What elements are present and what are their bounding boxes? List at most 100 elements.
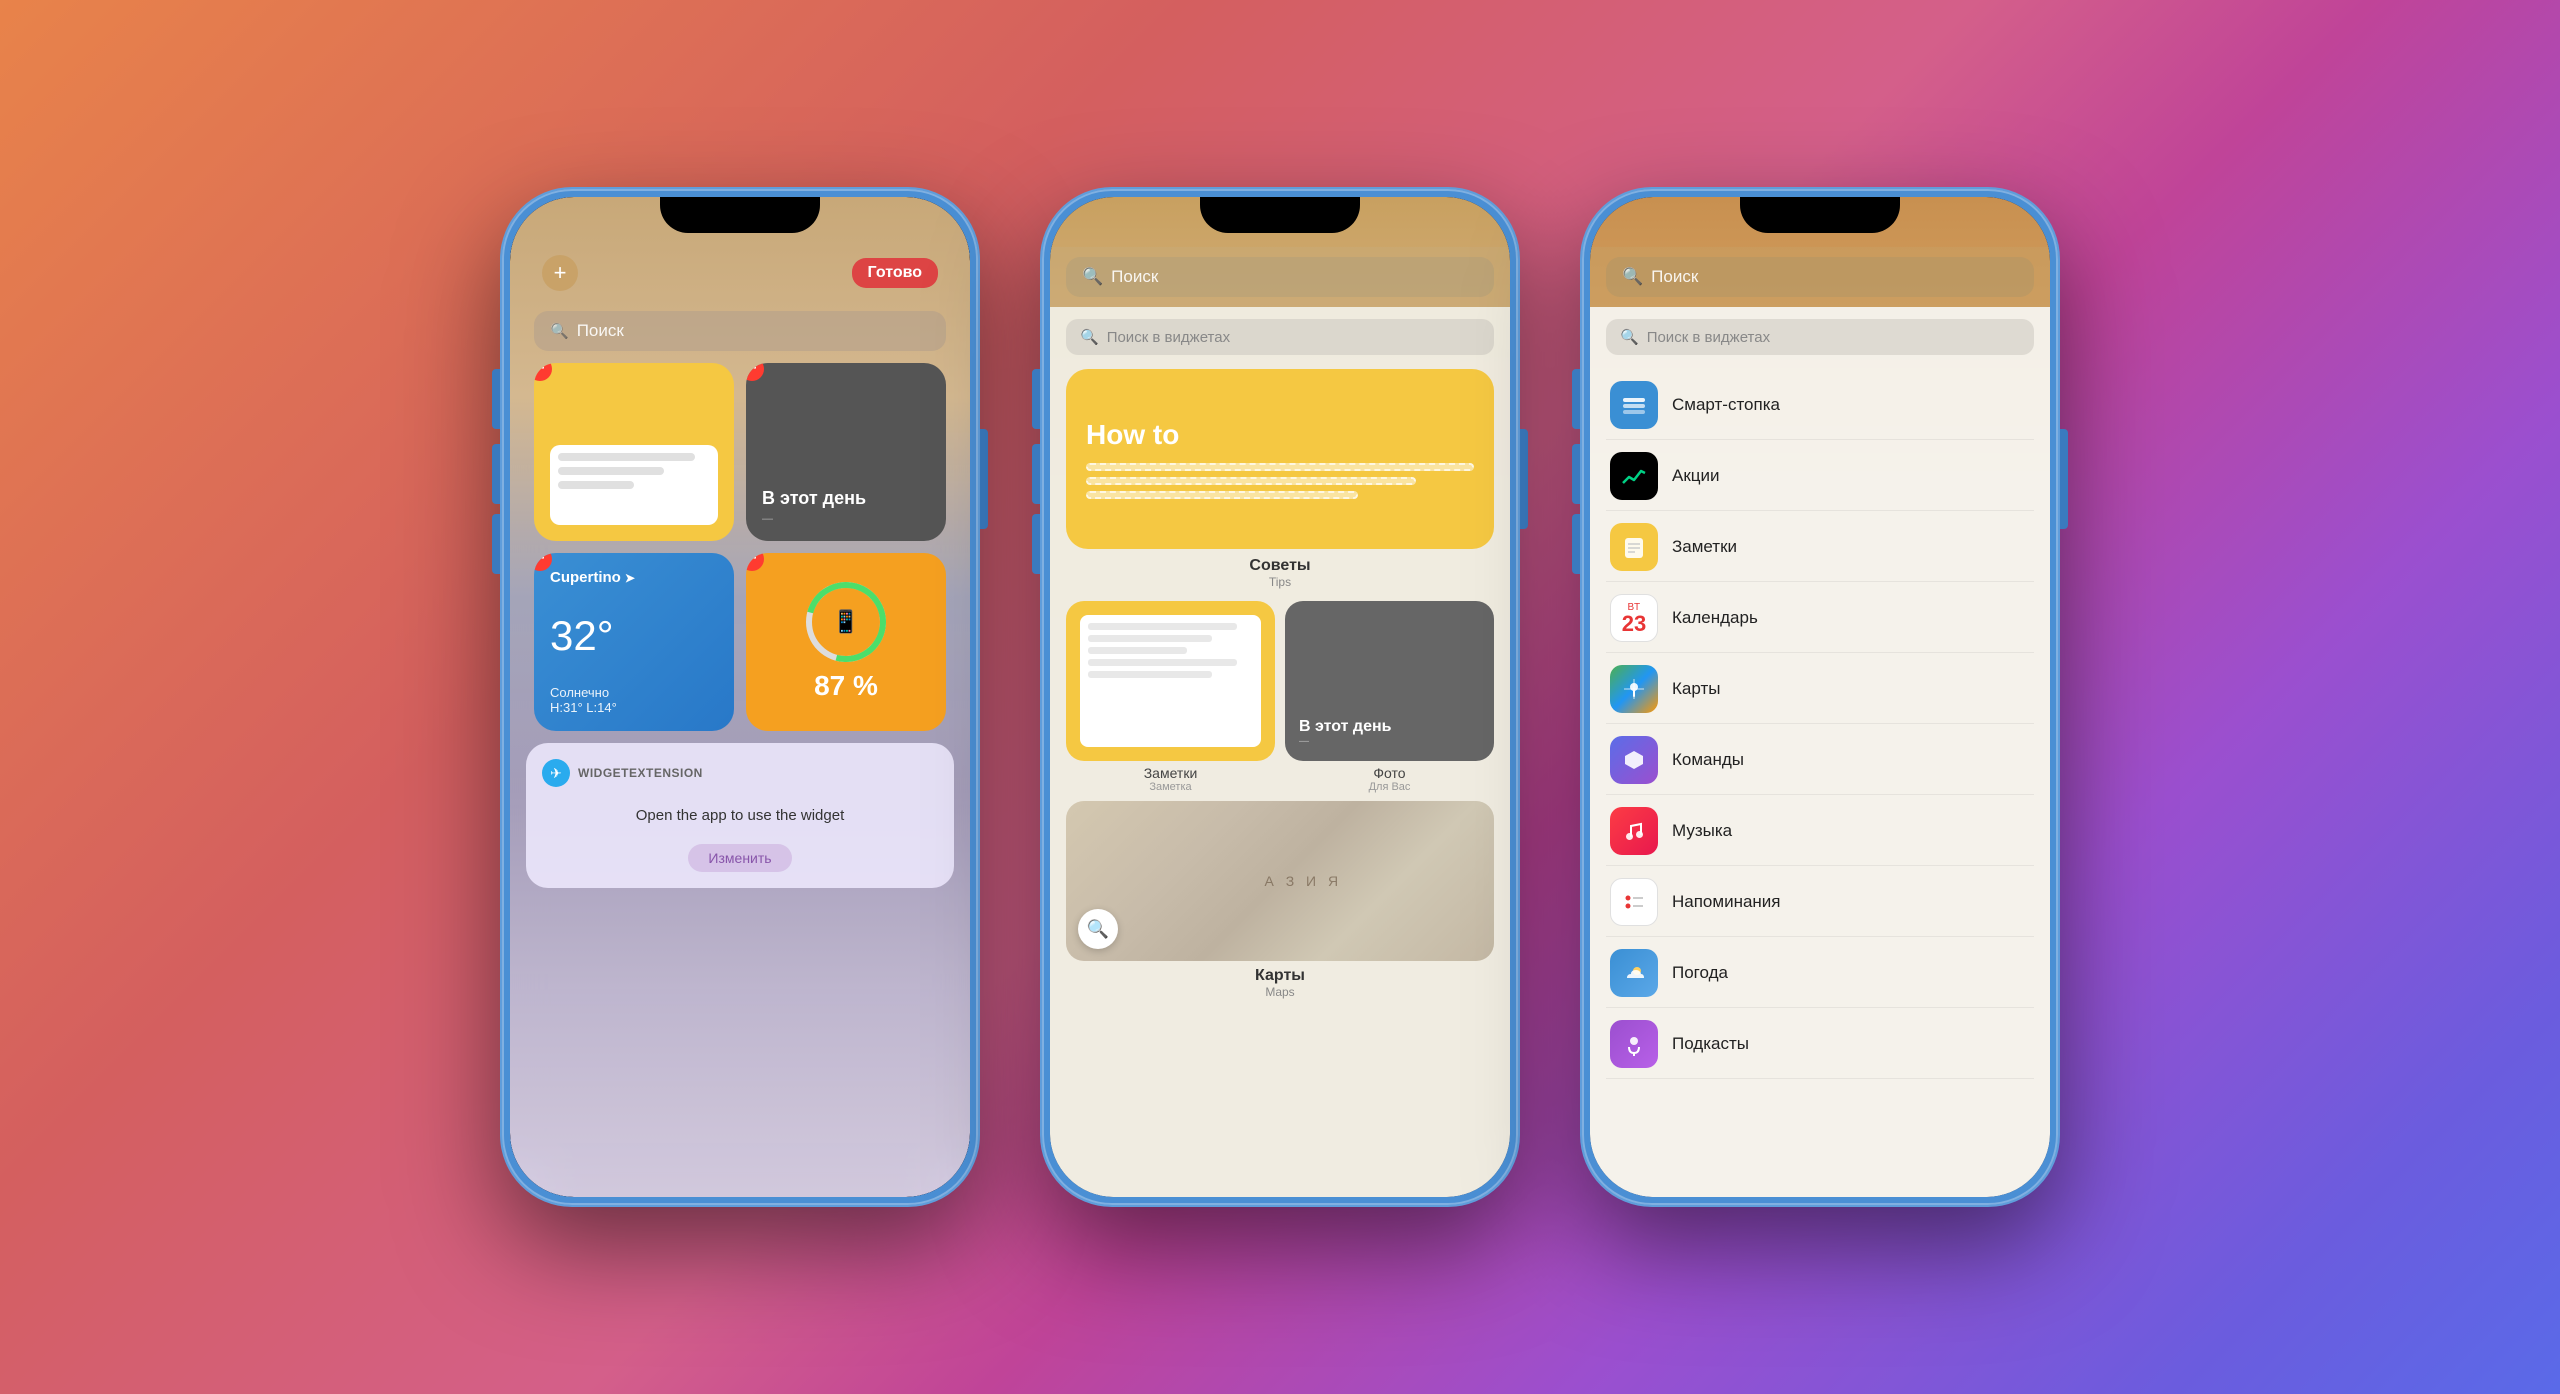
app-name-podcasts: Подкасты bbox=[1672, 1034, 1749, 1054]
list-item[interactable]: Подкасты bbox=[1606, 1010, 2034, 1079]
photo-small-label: Фото bbox=[1285, 765, 1494, 781]
map-asia-text: А З И Я bbox=[1264, 873, 1342, 889]
weather-widget[interactable]: − Cupertino ➤ 32° Солнечно H:31° L:14° bbox=[534, 553, 734, 731]
search-icon-3: 🔍 bbox=[1622, 267, 1643, 287]
telegram-widget: ✈ WIDGETEXTENSION Open the app to use th… bbox=[526, 743, 954, 888]
telegram-change-button[interactable]: Изменить bbox=[688, 844, 791, 872]
phone3-top-search-area: 🔍 Поиск bbox=[1590, 247, 2050, 307]
notes-icon bbox=[1610, 523, 1658, 571]
onthisday-dash: — bbox=[762, 513, 930, 525]
weather-icon bbox=[1610, 949, 1658, 997]
map-search-button[interactable]: 🔍 bbox=[1078, 909, 1118, 949]
telegram-message: Open the app to use the widget bbox=[542, 799, 938, 832]
stocks-icon bbox=[1610, 452, 1658, 500]
weather-hilo: H:31° L:14° bbox=[550, 700, 718, 715]
snotes-line-4 bbox=[1088, 659, 1237, 666]
app-search-icon: 🔍 bbox=[1620, 328, 1639, 346]
telegram-header: ✈ WIDGETEXTENSION bbox=[542, 759, 938, 787]
maps-icon bbox=[1610, 665, 1658, 713]
snotes-line-1 bbox=[1088, 623, 1237, 630]
app-search-placeholder: Поиск в виджетах bbox=[1647, 329, 1770, 346]
list-item[interactable]: Музыка bbox=[1606, 797, 2034, 866]
tips-widget-large[interactable]: How to bbox=[1066, 369, 1494, 549]
tips-dash-3 bbox=[1086, 491, 1358, 499]
tips-label-main: Советы bbox=[1066, 557, 1494, 575]
telegram-label: WIDGETEXTENSION bbox=[578, 766, 703, 780]
notch-2 bbox=[1200, 197, 1360, 233]
small-widgets-row: Заметки Заметка В этот день — Фото Для В… bbox=[1066, 601, 1494, 793]
phone3-top-search[interactable]: 🔍 Поиск bbox=[1606, 257, 2034, 297]
gallery-search[interactable]: 🔍 Поиск в виджетах bbox=[1066, 319, 1494, 355]
list-item[interactable]: Смарт-стопка bbox=[1606, 371, 2034, 440]
search-icon-1: 🔍 bbox=[550, 322, 569, 340]
battery-percent: 87 % bbox=[814, 670, 878, 702]
top-bar-1: + Готово bbox=[526, 247, 954, 299]
list-item[interactable]: ВТ 23 Календарь bbox=[1606, 584, 2034, 653]
app-list-search[interactable]: 🔍 Поиск в виджетах bbox=[1606, 319, 2034, 355]
notch-1 bbox=[660, 197, 820, 233]
list-item[interactable]: Погода bbox=[1606, 939, 2034, 1008]
app-name-shortcuts: Команды bbox=[1672, 750, 1744, 770]
app-list: Смарт-стопка Акции bbox=[1606, 371, 2034, 1079]
search-bar-1[interactable]: 🔍 Поиск bbox=[534, 311, 946, 351]
notch-3 bbox=[1740, 197, 1900, 233]
done-button[interactable]: Готово bbox=[852, 258, 938, 288]
tips-label-area: Советы Tips bbox=[1066, 557, 1494, 589]
list-item[interactable]: Акции bbox=[1606, 442, 2034, 511]
telegram-icon: ✈ bbox=[542, 759, 570, 787]
tips-dashes bbox=[1086, 463, 1474, 499]
phone-1: + Готово 🔍 Поиск − bbox=[500, 187, 980, 1207]
app-name-notes: Заметки bbox=[1672, 537, 1737, 557]
list-item[interactable]: Напоминания bbox=[1606, 868, 2034, 937]
battery-circle: 📱 bbox=[806, 582, 886, 662]
list-item[interactable]: Команды bbox=[1606, 726, 2034, 795]
app-name-smartstack: Смарт-стопка bbox=[1672, 395, 1780, 415]
app-name-calendar: Календарь bbox=[1672, 608, 1758, 628]
tips-dash-1 bbox=[1086, 463, 1474, 471]
calendar-icon: ВТ 23 bbox=[1610, 594, 1658, 642]
app-name-maps: Карты bbox=[1672, 679, 1720, 699]
list-item[interactable]: Карты bbox=[1606, 655, 2034, 724]
widgets-grid: − − В этот день bbox=[526, 363, 954, 731]
notes-line-3 bbox=[558, 481, 634, 489]
snotes-line-5 bbox=[1088, 671, 1212, 678]
notes-small-widget[interactable]: Заметки Заметка bbox=[1066, 601, 1275, 793]
notes-line-1 bbox=[558, 453, 695, 461]
weather-desc: Солнечно bbox=[550, 685, 718, 700]
weather-city: Cupertino ➤ bbox=[550, 569, 718, 586]
reminders-icon bbox=[1610, 878, 1658, 926]
gallery-search-icon: 🔍 bbox=[1080, 328, 1099, 346]
onthisday-label: В этот день bbox=[762, 488, 930, 509]
onthisday-widget[interactable]: − В этот день — bbox=[746, 363, 946, 541]
photo-small-widget[interactable]: В этот день — Фото Для Вас bbox=[1285, 601, 1494, 793]
gallery-search-placeholder: Поиск в виджетах bbox=[1107, 329, 1230, 346]
app-name-stocks: Акции bbox=[1672, 466, 1720, 486]
shortcuts-icon bbox=[1610, 736, 1658, 784]
search-placeholder-3: Поиск bbox=[1651, 267, 1698, 287]
app-name-reminders: Напоминания bbox=[1672, 892, 1781, 912]
search-placeholder-1: Поиск bbox=[577, 321, 624, 341]
photo-dash: — bbox=[1299, 736, 1480, 747]
phone2-top-search-area: 🔍 Поиск bbox=[1050, 247, 1510, 307]
snotes-line-3 bbox=[1088, 647, 1187, 654]
phone-2: 🔍 Поиск 🔍 Поиск в виджетах How to bbox=[1040, 187, 1520, 1207]
music-icon bbox=[1610, 807, 1658, 855]
smartstack-icon bbox=[1610, 381, 1658, 429]
search-placeholder-2: Поиск bbox=[1111, 267, 1158, 287]
podcasts-icon bbox=[1610, 1020, 1658, 1068]
notes-widget[interactable]: − bbox=[534, 363, 734, 541]
battery-widget[interactable]: − 📱 87 % bbox=[746, 553, 946, 731]
map-background: А З И Я 🔍 bbox=[1066, 801, 1494, 961]
list-item[interactable]: Заметки bbox=[1606, 513, 2034, 582]
tips-dash-2 bbox=[1086, 477, 1416, 485]
phone2-top-search[interactable]: 🔍 Поиск bbox=[1066, 257, 1494, 297]
photo-day-text: В этот день bbox=[1299, 718, 1480, 736]
snotes-line-2 bbox=[1088, 635, 1212, 642]
map-widget[interactable]: А З И Я 🔍 bbox=[1066, 801, 1494, 961]
app-name-music: Музыка bbox=[1672, 821, 1732, 841]
map-label-area: Карты Maps bbox=[1066, 967, 1494, 999]
map-label-main: Карты bbox=[1066, 967, 1494, 985]
add-widget-button[interactable]: + bbox=[542, 255, 578, 291]
photo-small-sub: Для Вас bbox=[1285, 781, 1494, 793]
app-name-weather: Погода bbox=[1672, 963, 1728, 983]
